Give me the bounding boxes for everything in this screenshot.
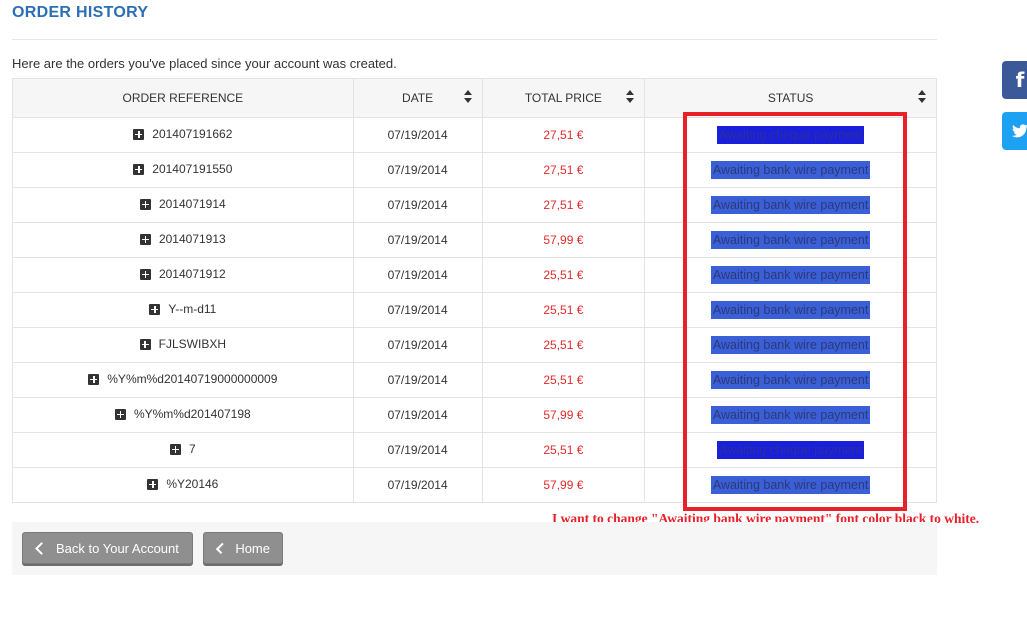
back-to-account-label: Back to Your Account [56,540,179,556]
back-to-account-button[interactable]: Back to Your Account [22,532,193,564]
order-total-price: 27,51 € [481,152,646,188]
order-reference-text: 7 [188,442,196,457]
order-reference[interactable]: Y--m-d11 [149,302,216,316]
order-date: 07/19/2014 [352,257,483,293]
order-date: 07/19/2014 [352,187,483,223]
header-date-label: DATE [402,91,434,105]
order-reference-text: 201407191550 [152,162,233,177]
chevron-left-icon [215,542,228,554]
order-total-price: 57,99 € [481,222,646,258]
expand-plus-icon[interactable] [139,233,151,245]
header-total-price[interactable]: TOTAL PRICE [481,78,646,118]
header-order-reference[interactable]: ORDER REFERENCE [12,78,354,118]
order-reference-text: 2014071914 [158,197,226,212]
order-reference[interactable]: 2014071914 [139,197,226,212]
expand-plus-icon[interactable] [133,163,145,175]
order-date: 07/19/2014 [352,292,483,328]
order-total-price: 25,51 € [481,257,646,293]
header-order-reference-label: ORDER REFERENCE [122,91,244,105]
order-reference-text: 2014071913 [158,232,226,247]
order-date: 07/19/2014 [352,327,483,363]
order-reference[interactable]: %Y%m%d201407198 [114,407,251,422]
sort-icon[interactable] [626,90,635,104]
order-reference[interactable]: 201407191662 [133,127,232,141]
annotation-highlight-box [683,112,907,511]
order-reference[interactable]: 2014071913 [139,232,226,247]
page-title: ORDER HISTORY [12,4,149,21]
order-reference-cell: %Y%m%d20140719000000009 [12,362,354,398]
title-divider [12,39,937,40]
header-total-price-label: TOTAL PRICE [524,91,602,105]
order-reference-cell: %Y20146 [12,467,354,503]
order-reference-cell: FJLSWIBXH [12,327,354,363]
order-reference[interactable]: 2014071912 [139,267,226,282]
home-label: Home [235,540,270,556]
order-total-price: 25,51 € [481,327,646,363]
order-reference[interactable]: FJLSWIBXH [139,337,226,352]
order-reference-cell: 7 [12,432,354,468]
order-reference-text: %Y20146 [166,477,219,492]
sort-icon[interactable] [463,90,472,104]
order-total-price: 27,51 € [481,187,646,223]
order-date: 07/19/2014 [352,362,483,398]
order-date: 07/19/2014 [352,117,483,153]
order-reference[interactable]: %Y20146 [147,477,218,491]
order-total-price: 57,99 € [481,397,646,433]
order-reference[interactable]: 7 [169,442,196,457]
twitter-icon [1012,124,1027,138]
facebook-share-button[interactable]: f [1002,61,1027,99]
home-button[interactable]: Home [203,532,283,564]
order-total-price: 57,99 € [481,467,646,503]
expand-plus-icon[interactable] [139,268,151,280]
sort-icon[interactable] [918,90,926,104]
order-reference-cell: 201407191662 [12,117,354,153]
order-date: 07/19/2014 [352,467,483,503]
expand-plus-icon[interactable] [139,198,151,210]
order-reference[interactable]: 201407191550 [133,162,232,176]
order-reference-cell: 2014071914 [12,187,354,223]
expand-plus-icon[interactable] [114,408,126,420]
order-total-price: 25,51 € [481,432,646,468]
expand-plus-icon[interactable] [139,338,151,350]
order-date: 07/19/2014 [352,432,483,468]
expand-plus-icon[interactable] [133,128,145,140]
order-reference-text: Y--m-d11 [168,302,217,317]
order-reference-cell: 201407191550 [12,152,354,188]
order-date: 07/19/2014 [352,397,483,433]
header-date[interactable]: DATE [352,78,483,118]
order-reference-text: FJLSWIBXH [158,337,226,352]
expand-plus-icon[interactable] [147,478,159,490]
chevron-left-icon [35,541,48,555]
order-reference-cell: %Y%m%d201407198 [12,397,354,433]
order-reference[interactable]: %Y%m%d20140719000000009 [88,372,277,386]
order-reference-cell: 2014071913 [12,222,354,258]
expand-plus-icon[interactable] [169,443,181,455]
order-reference-text: 2014071912 [158,267,226,282]
order-reference-cell: Y--m-d11 [12,292,354,328]
facebook-icon: f [1015,68,1025,92]
expand-plus-icon[interactable] [149,303,161,315]
order-reference-text: %Y%m%d201407198 [133,407,251,422]
order-total-price: 25,51 € [481,292,646,328]
order-date: 07/19/2014 [352,222,483,258]
header-status-label: STATUS [767,91,814,105]
expand-plus-icon[interactable] [88,373,100,385]
twitter-share-button[interactable] [1002,112,1027,150]
order-reference-text: %Y%m%d20140719000000009 [107,372,278,387]
intro-text: Here are the orders you've placed since … [12,56,397,71]
order-total-price: 27,51 € [481,117,646,153]
order-date: 07/19/2014 [352,152,483,188]
order-reference-cell: 2014071912 [12,257,354,293]
order-reference-text: 201407191662 [152,127,233,142]
order-total-price: 25,51 € [481,362,646,398]
